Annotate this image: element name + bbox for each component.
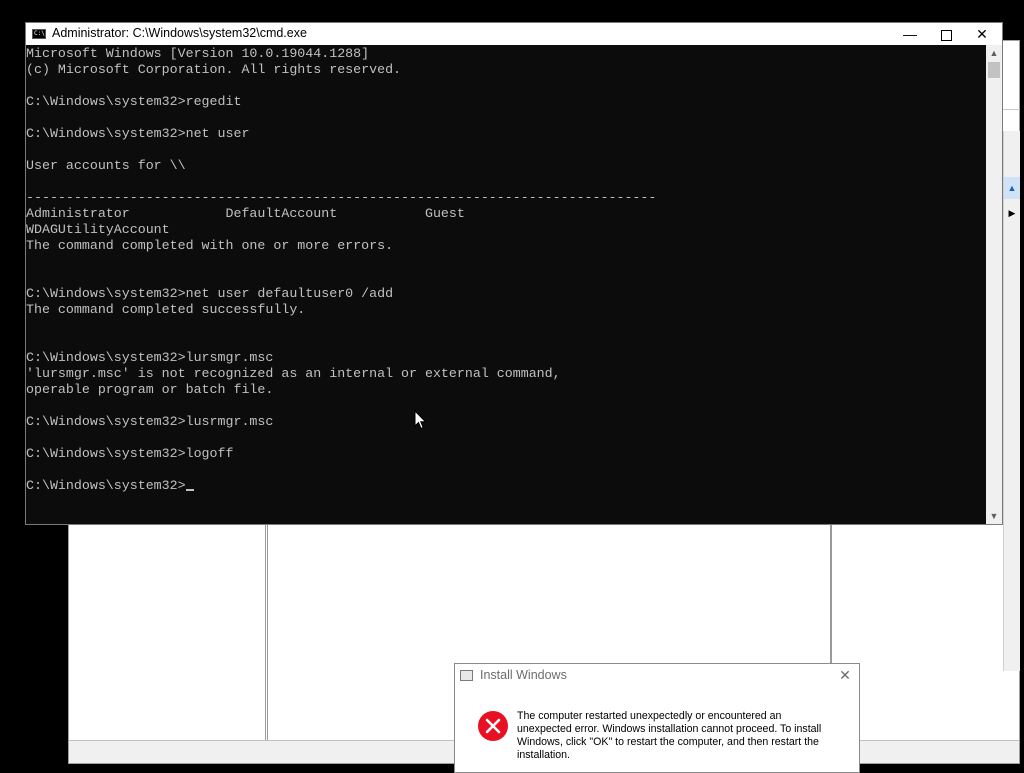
console-line: C:\Windows\system32>logoff xyxy=(26,446,234,461)
divider xyxy=(1003,109,1020,110)
console-line: C:\Windows\system32>lusrmgr.msc xyxy=(26,414,274,429)
dialog-titlebar[interactable]: Install Windows ✕ xyxy=(455,664,859,687)
minimize-icon: — xyxy=(903,26,917,42)
console-line: User accounts for \\ xyxy=(26,158,186,173)
console-line: Microsoft Windows [Version 10.0.19044.12… xyxy=(26,46,370,61)
console-output[interactable]: Microsoft Windows [Version 10.0.19044.12… xyxy=(26,45,986,525)
background-left-pane xyxy=(69,525,266,741)
console-line: C:\Windows\system32>regedit xyxy=(26,94,242,109)
console-prompt-line[interactable]: C:\Windows\system32> xyxy=(26,478,986,494)
console-scrollbar[interactable]: ▲ ▼ xyxy=(986,45,1002,524)
console-line: The command completed successfully. xyxy=(26,302,306,317)
console-line: C:\Windows\system32>net user xyxy=(26,126,250,141)
error-icon xyxy=(478,711,508,741)
setup-window-icon xyxy=(460,670,473,681)
console-line: operable program or batch file. xyxy=(26,382,274,397)
scroll-down-arrow-icon[interactable]: ▼ xyxy=(986,508,1002,524)
console-line: C:\Windows\system32>lursmgr.msc xyxy=(26,350,274,365)
window-title: Administrator: C:\Windows\system32\cmd.e… xyxy=(52,26,307,40)
console-line: The command completed with one or more e… xyxy=(26,238,394,253)
console-line: C:\Windows\system32>net user defaultuser… xyxy=(26,286,394,301)
console-line: Administrator DefaultAccount Guest xyxy=(26,206,465,221)
scroll-thumb[interactable] xyxy=(988,62,1000,78)
console-line: WDAGUtilityAccount xyxy=(26,222,170,237)
close-icon: ✕ xyxy=(976,26,988,42)
console-line: (c) Microsoft Corporation. All rights re… xyxy=(26,62,402,77)
dialog-title: Install Windows xyxy=(480,668,567,682)
maximize-button[interactable] xyxy=(928,23,964,45)
scroll-up-arrow-icon[interactable]: ▲ xyxy=(986,45,1002,61)
scroll-up-arrow-icon[interactable]: ▲ xyxy=(1004,177,1020,199)
text-cursor xyxy=(185,489,194,491)
background-scrollbar[interactable]: ▲ ▶ xyxy=(1003,131,1020,671)
expand-right-arrow-icon[interactable]: ▶ xyxy=(1004,205,1020,221)
cmd-icon[interactable]: C:\ xyxy=(32,29,46,39)
minimize-button[interactable]: — xyxy=(892,23,928,45)
close-icon: ✕ xyxy=(839,667,851,683)
cmd-window[interactable]: C:\ Administrator: C:\Windows\system32\c… xyxy=(25,22,1003,525)
maximize-icon xyxy=(940,29,952,41)
install-windows-dialog[interactable]: Install Windows ✕ The computer restarted… xyxy=(454,663,860,773)
cmd-titlebar[interactable]: C:\ Administrator: C:\Windows\system32\c… xyxy=(26,23,1002,45)
console-prompt: C:\Windows\system32> xyxy=(26,478,186,493)
dialog-message: The computer restarted unexpectedly or e… xyxy=(517,710,822,761)
console-line: 'lursmgr.msc' is not recognized as an in… xyxy=(26,366,561,381)
mouse-pointer-icon xyxy=(414,410,427,430)
close-button[interactable]: ✕ xyxy=(964,23,1000,45)
console-line: ----------------------------------------… xyxy=(26,190,657,205)
close-button[interactable]: ✕ xyxy=(837,667,853,683)
